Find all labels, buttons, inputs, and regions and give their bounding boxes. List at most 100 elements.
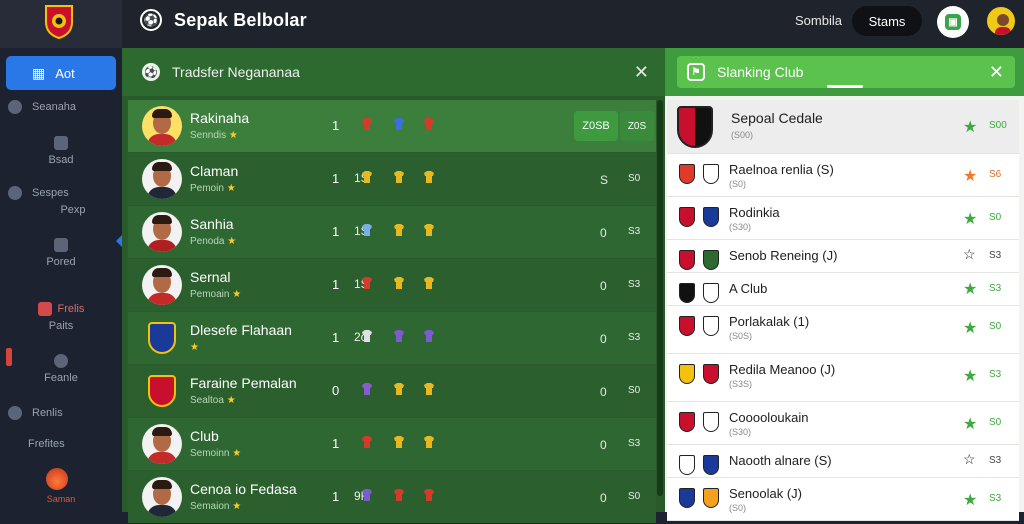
value-secondary[interactable]: Z0S (620, 111, 654, 141)
club-crest-icon (677, 106, 713, 148)
fire-icon[interactable] (46, 468, 68, 490)
kit-icon (362, 489, 372, 501)
player-name: Cenoa io Fedasa (190, 481, 297, 497)
club-row[interactable]: Rodinkia (S30) ★ S0 (667, 197, 1019, 240)
favorite-star-icon[interactable]: ☆ (963, 246, 976, 263)
sidebar-item-6[interactable]: Frelis Paits (0, 302, 122, 332)
sidebar-item-label: Renlis (32, 407, 63, 419)
club-crest-icon (148, 322, 176, 354)
badge-icon (424, 436, 434, 448)
home-crest-icon (679, 455, 695, 475)
player-row[interactable]: Claman Pemoin ★ 1 1S S S0 (128, 153, 656, 205)
close-icon[interactable]: ✕ (989, 62, 1004, 83)
star-icon: ★ (232, 501, 242, 512)
brand[interactable]: ⚽ Sepak Belbolar (140, 9, 307, 31)
player-row[interactable]: Dlesefe Flahaan ★ 1 2o 0 S3 (128, 312, 656, 364)
boot-icon (394, 171, 404, 183)
boot-icon (394, 436, 404, 448)
sidebar-item-5[interactable]: Pored (0, 238, 122, 268)
club-name: Redila Meanoo (J) (729, 362, 836, 377)
club-row[interactable]: Cooooloukain (S30) ★ S0 (667, 402, 1019, 445)
user-avatar[interactable] (985, 5, 1017, 37)
ranking-panel-title: Slanking Club (717, 64, 804, 80)
logo-box (0, 0, 122, 48)
ranking-panel-header: ⚑ Slanking Club ✕ (665, 48, 1024, 96)
close-icon[interactable]: ✕ (634, 62, 649, 83)
club-points: S3 (989, 455, 1002, 466)
favorite-star-icon[interactable]: ★ (963, 117, 977, 137)
club-name: Rodinkia (729, 205, 780, 220)
player-row[interactable]: Rakinaha Senndis ★ 1 Z0SB Z0S (128, 100, 656, 152)
favorite-star-icon[interactable]: ★ (963, 279, 977, 299)
sidebar-item-1[interactable]: Seanaha (0, 100, 122, 114)
club-points: S0 (989, 321, 1002, 332)
favorite-star-icon[interactable]: ★ (963, 366, 977, 386)
heart-icon (37, 302, 52, 316)
favorite-star-icon[interactable]: ★ (963, 209, 977, 229)
sidebar-item-label: Bsad (48, 154, 74, 166)
sidebar-item-3[interactable]: Sespes (0, 186, 122, 200)
sidebar-item-sub: Paits (48, 320, 74, 332)
club-row[interactable]: Redila Meanoo (J) (S3S) ★ S3 (667, 354, 1019, 402)
club-row[interactable]: Senob Reneing (J) ☆ S3 (667, 240, 1019, 273)
home-crest-icon (679, 283, 695, 303)
player-row[interactable]: Sanhia Penoda ★ 1 1S 0 S3 (128, 206, 656, 258)
player-number: 1 (332, 436, 340, 451)
sidebar-item-7[interactable]: Feanle (0, 354, 122, 384)
ranking-panel: ⚑ Slanking Club ✕ Sepoal Cedale (S00) ★ … (665, 48, 1024, 521)
favorite-star-icon[interactable]: ★ (963, 318, 977, 338)
home-crest-icon (679, 488, 695, 508)
sidebar-item-4[interactable]: Pexp (0, 204, 122, 216)
kit-icon (362, 330, 372, 342)
player-position: Pemoain ★ (190, 289, 242, 300)
club-row[interactable]: Raelnoa renlia (S) (S0) ★ S6 (667, 154, 1019, 197)
player-row[interactable]: Faraine Pemalan Sealtoa ★ 0 0 S0 (128, 365, 656, 417)
club-row[interactable]: A Club ★ S3 (667, 273, 1019, 306)
transfer-panel: ⚽ Tradsfer Negananaa ✕ Rakinaha Senndis … (122, 48, 665, 523)
sidebar-item-active[interactable]: ▦ Aot (6, 56, 116, 90)
app-icon: ▣ (945, 14, 961, 30)
player-value-secondary: S0 (628, 491, 641, 502)
club-row[interactable]: Senoolak (J) (S0) ★ S3 (667, 478, 1019, 521)
top-nav-link[interactable]: Sombila (795, 13, 842, 28)
sidebar-item-8[interactable]: Renlis (0, 406, 122, 420)
club-logo-icon[interactable] (44, 4, 74, 40)
stats-button[interactable]: Stams (852, 6, 922, 36)
player-row[interactable]: Sernal Pemoain ★ 1 1S 0 S3 (128, 259, 656, 311)
kit-icon (362, 277, 372, 289)
player-position: Semoinn ★ (190, 448, 242, 459)
sidebar-bottom-label: Saman (46, 494, 76, 504)
sidebar-item-2[interactable]: Bsad (0, 136, 122, 166)
home-crest-icon (679, 316, 695, 336)
club-row[interactable]: Sepoal Cedale (S00) ★ S00 (667, 100, 1019, 154)
ranking-tab[interactable]: ⚑ Slanking Club (677, 56, 1015, 88)
favorite-star-icon[interactable]: ★ (963, 490, 977, 510)
home-crest-icon (679, 364, 695, 384)
home-crest-icon (679, 207, 695, 227)
away-crest-icon (703, 164, 719, 184)
player-number: 1 (332, 171, 340, 186)
favorite-star-icon[interactable]: ☆ (963, 451, 976, 468)
sidebar-item-9[interactable]: Frefites (0, 438, 122, 450)
badge-icon (424, 330, 434, 342)
club-name: A Club (729, 281, 768, 296)
player-name: Dlesefe Flahaan (190, 322, 292, 338)
scrollbar[interactable] (657, 100, 663, 496)
app-button[interactable]: ▣ (937, 6, 969, 38)
club-row[interactable]: Porlakalak (1) (S0S) ★ S0 (667, 306, 1019, 354)
badge-icon (424, 489, 434, 501)
kit-icon (362, 224, 372, 236)
club-name: Porlakalak (1) (729, 314, 810, 329)
value-button[interactable]: Z0SB (574, 111, 618, 141)
sidebar-item-label: Seanaha (32, 101, 77, 113)
player-name: Sernal (190, 269, 231, 285)
star-icon: ★ (227, 236, 237, 247)
player-row[interactable]: Cenoa io Fedasa Semaion ★ 1 9R 0 S0 (128, 471, 656, 523)
club-row[interactable]: Naooth alnare (S) ☆ S3 (667, 445, 1019, 478)
player-position: Pemoin ★ (190, 183, 236, 194)
player-row[interactable]: Club Semoinn ★ 1 0 S3 (128, 418, 656, 470)
club-name: Raelnoa renlia (S) (729, 162, 834, 177)
favorite-star-icon[interactable]: ★ (963, 166, 977, 186)
player-name: Claman (190, 163, 239, 179)
favorite-star-icon[interactable]: ★ (963, 414, 977, 434)
